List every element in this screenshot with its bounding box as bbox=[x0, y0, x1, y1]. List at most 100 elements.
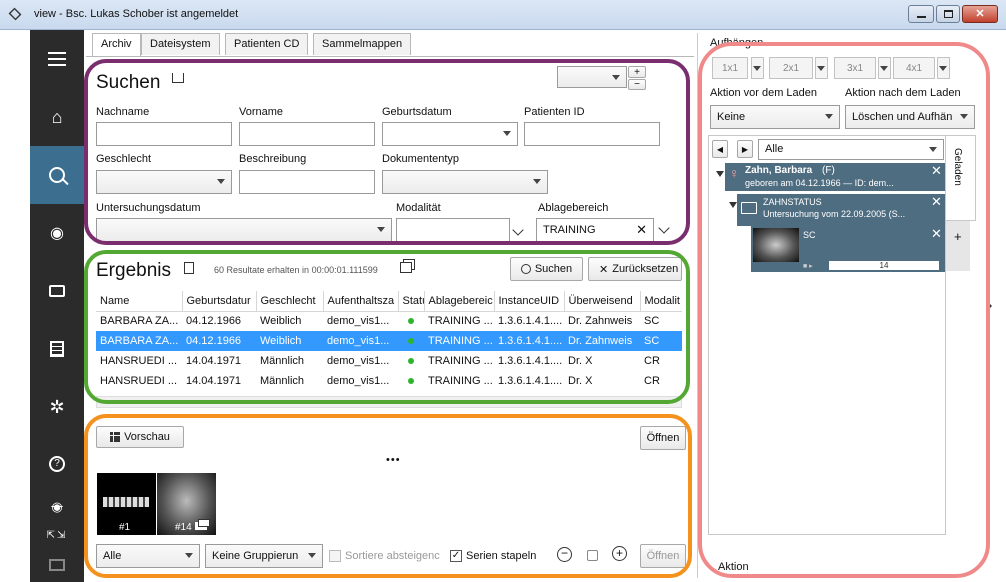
layout-3x1-dropdown-icon[interactable] bbox=[878, 57, 891, 79]
column-header[interactable]: InstanceUID bbox=[494, 291, 565, 312]
back-button[interactable]: ◀ bbox=[712, 140, 728, 158]
layout-4x1-dropdown-icon[interactable] bbox=[937, 57, 950, 79]
table-row[interactable]: BARBARA ZA... 04.12.1966 Weiblich demo_vis1… bbox=[96, 311, 682, 331]
layout-2x1[interactable]: 2x1 bbox=[769, 57, 813, 79]
add-preset-button[interactable]: + bbox=[628, 66, 646, 78]
geburtsdatum-input[interactable] bbox=[382, 122, 518, 146]
thumbnail-1[interactable]: #1 bbox=[97, 473, 156, 535]
document-button[interactable] bbox=[30, 320, 84, 378]
menu-button[interactable] bbox=[30, 30, 84, 88]
tab-dateisystem[interactable]: Dateisystem bbox=[141, 33, 220, 55]
column-header[interactable]: Geburtsdatur bbox=[182, 291, 257, 312]
dokumenttyp-select[interactable] bbox=[382, 170, 548, 194]
study-node[interactable]: ZAHNSTATUS Untersuchung vom 22.09.2005 (… bbox=[737, 194, 945, 226]
expand-study-icon[interactable] bbox=[729, 202, 737, 208]
fullscreen-button[interactable]: ⇱⇲ bbox=[30, 522, 84, 548]
beschreibung-input[interactable] bbox=[239, 170, 375, 194]
edit-icon[interactable] bbox=[172, 73, 184, 83]
search-nav-button[interactable] bbox=[30, 146, 84, 204]
thumbnail-2[interactable]: #14 bbox=[157, 473, 216, 535]
print-button[interactable] bbox=[30, 262, 84, 320]
table-cell: 1.3.6.1.4.1.... bbox=[498, 375, 563, 387]
modalitaet-input[interactable] bbox=[396, 218, 510, 242]
nachname-input[interactable] bbox=[96, 122, 232, 146]
layout-1x1-dropdown-icon[interactable] bbox=[751, 57, 764, 79]
layout-3x1[interactable]: 3x1 bbox=[834, 57, 876, 79]
filter-select-value: Alle bbox=[103, 550, 122, 562]
table-cell: HANSRUEDI ... bbox=[100, 375, 178, 387]
ablagebereich-dropdown-icon[interactable] bbox=[658, 222, 670, 234]
tab-patienten-cd[interactable]: Patienten CD bbox=[225, 33, 309, 55]
hide-button[interactable]: ◉ bbox=[30, 492, 84, 522]
add-tab-button[interactable]: + bbox=[946, 221, 970, 271]
filter-select[interactable]: Alle bbox=[96, 544, 200, 568]
close-button[interactable]: ✕ bbox=[962, 5, 998, 23]
view-button[interactable]: ◉ bbox=[30, 204, 84, 262]
tab-sammelmappen[interactable]: Sammelmappen bbox=[313, 33, 412, 55]
layout-1x1[interactable]: 1x1 bbox=[712, 57, 748, 79]
layout-4x1[interactable]: 4x1 bbox=[893, 57, 935, 79]
after-load-select[interactable]: Löschen und Aufhän bbox=[845, 105, 975, 129]
side-tab-geladen[interactable]: Geladen bbox=[946, 135, 976, 221]
study-name: ZAHNSTATUS bbox=[763, 197, 822, 207]
more-indicator[interactable]: ••• bbox=[386, 454, 401, 466]
maximize-button[interactable] bbox=[936, 5, 960, 23]
clear-icon[interactable]: ✕ bbox=[636, 222, 647, 238]
table-cell: Dr. X bbox=[568, 375, 593, 387]
play-icon[interactable]: ■ ▸ bbox=[803, 262, 813, 270]
ablagebereich-input[interactable]: TRAINING ✕ bbox=[536, 218, 654, 242]
column-header[interactable]: Überweisend bbox=[564, 291, 641, 312]
column-header[interactable]: Modalit bbox=[640, 291, 682, 312]
remove-preset-button[interactable]: − bbox=[628, 79, 646, 90]
h-scrollbar[interactable] bbox=[96, 396, 682, 408]
home-button[interactable]: ⌂ bbox=[30, 88, 84, 146]
zoom-in-icon[interactable]: + bbox=[612, 546, 627, 561]
monitor-button[interactable] bbox=[30, 550, 84, 580]
minimize-button[interactable] bbox=[908, 5, 934, 23]
layout-2x1-dropdown-icon[interactable] bbox=[815, 57, 828, 79]
column-header[interactable]: Statu bbox=[398, 291, 425, 312]
copy-icon[interactable] bbox=[400, 262, 412, 273]
forward-button[interactable]: ▶ bbox=[737, 140, 753, 158]
close-patient-icon[interactable]: ✕ bbox=[931, 163, 942, 179]
column-header[interactable]: Geschlecht bbox=[256, 291, 324, 312]
column-header[interactable]: Name bbox=[96, 291, 183, 312]
series-node[interactable]: SC ✕ ■ ▸ 14 bbox=[751, 226, 945, 272]
stack-checkbox[interactable]: ✓ bbox=[450, 550, 462, 562]
patientid-input[interactable] bbox=[524, 122, 660, 146]
splitter[interactable] bbox=[697, 33, 698, 578]
open-button-bottom[interactable]: Öffnen bbox=[640, 544, 686, 568]
table-row[interactable]: HANSRUEDI ... 14.04.1971 Männlich demo_vis1… bbox=[96, 371, 682, 391]
reset-button[interactable]: ✕ Zurücksetzen bbox=[588, 257, 682, 281]
geschlecht-select[interactable] bbox=[96, 170, 232, 194]
help-button[interactable]: ? bbox=[30, 442, 84, 486]
sort-checkbox[interactable] bbox=[329, 550, 341, 562]
column-header[interactable]: Ablagebereic bbox=[424, 291, 495, 312]
open-button[interactable]: Öffnen bbox=[640, 426, 686, 450]
patient-node[interactable]: ♀ Zahn, Barbara (F) geboren am 04.12.196… bbox=[725, 163, 945, 191]
vorschau-button[interactable]: Vorschau bbox=[96, 426, 184, 448]
close-study-icon[interactable]: ✕ bbox=[931, 194, 942, 210]
preset-combo[interactable] bbox=[557, 66, 627, 88]
table-row[interactable]: BARBARA ZA... 04.12.1966 Weiblich demo_vis1… bbox=[96, 331, 682, 351]
modalitaet-dropdown-icon[interactable] bbox=[512, 224, 524, 236]
close-series-icon[interactable]: ✕ bbox=[931, 226, 942, 242]
settings-button[interactable]: ✲ bbox=[30, 378, 84, 436]
column-header[interactable]: Aufenthaltsza bbox=[323, 291, 399, 312]
expand-patient-icon[interactable] bbox=[716, 171, 724, 177]
grouping-select[interactable]: Keine Gruppierun bbox=[205, 544, 323, 568]
search-button[interactable]: Suchen bbox=[510, 257, 583, 281]
table-cell: 1.3.6.1.4.1.... bbox=[498, 355, 563, 367]
untersuchungsdatum-select[interactable] bbox=[96, 218, 392, 242]
before-load-select[interactable]: Keine bbox=[710, 105, 840, 129]
tab-archiv[interactable]: Archiv bbox=[92, 33, 141, 56]
loaded-filter-select[interactable]: Alle bbox=[758, 139, 944, 160]
vorname-input[interactable] bbox=[239, 122, 375, 146]
vorname-label: Vorname bbox=[239, 106, 284, 118]
table-row[interactable]: HANSRUEDI ... 14.04.1971 Männlich demo_vis1… bbox=[96, 351, 682, 371]
zoom-out-icon[interactable]: − bbox=[557, 547, 572, 562]
edit-result-icon[interactable] bbox=[184, 262, 194, 274]
zoom-checkbox[interactable] bbox=[587, 550, 598, 561]
collapse-arrow-icon[interactable] bbox=[988, 302, 992, 310]
stack-icon bbox=[198, 519, 210, 527]
